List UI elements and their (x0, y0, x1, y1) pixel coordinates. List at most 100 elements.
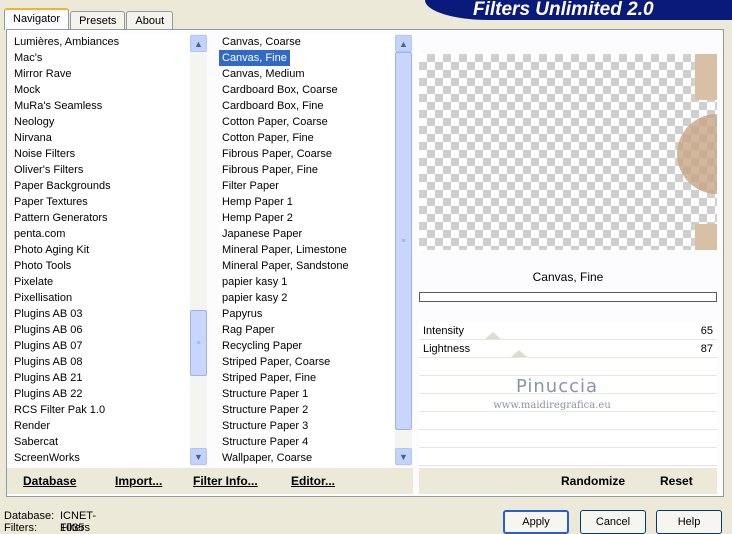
category-item[interactable]: MuRa's Seamless (11, 98, 191, 114)
list-item-label: Pixellisation (14, 292, 73, 304)
filter-item[interactable]: Striped Paper, Coarse (219, 354, 395, 370)
filter-item[interactable]: Striped Paper, Fine (219, 370, 395, 386)
tab-presets[interactable]: Presets (70, 11, 126, 30)
tab-navigator[interactable]: Navigator (4, 8, 70, 30)
filter-item[interactable]: Japanese Paper (219, 226, 395, 242)
category-item[interactable]: ScreenWorks (11, 450, 191, 466)
list-item-label: Mineral Paper, Limestone (222, 244, 347, 256)
import-button[interactable]: Import... (115, 474, 162, 488)
filter-item[interactable]: Canvas, Coarse (219, 34, 395, 50)
database-button[interactable]: Database (23, 474, 76, 488)
list-item-label: Canvas, Fine (219, 50, 290, 66)
list-item-label: Fibrous Paper, Coarse (222, 148, 333, 160)
cancel-button[interactable]: Cancel (580, 510, 646, 534)
list-item-label: Structure Paper 1 (222, 388, 309, 400)
scroll-down-icon[interactable]: ▼ (395, 448, 412, 465)
list-item-label: Plugins AB 21 (14, 372, 83, 384)
filter-item[interactable]: Mineral Paper, Sandstone (219, 258, 395, 274)
category-item[interactable]: RCS Filter Pak 1.0 (11, 402, 191, 418)
param-lightness[interactable]: Lightness 87 (419, 340, 717, 358)
category-item[interactable]: penta.com (11, 226, 191, 242)
category-item[interactable]: Photo Tools (11, 258, 191, 274)
filter-item[interactable]: Cotton Paper, Fine (219, 130, 395, 146)
randomize-button[interactable]: Randomize (561, 474, 625, 488)
filter-item[interactable]: Fibrous Paper, Coarse (219, 146, 395, 162)
list-item-label: Oliver's Filters (14, 164, 84, 176)
filter-item[interactable]: Cotton Paper, Coarse (219, 114, 395, 130)
filter-item[interactable]: Structure Paper 4 (219, 434, 395, 450)
category-list[interactable]: Lumières, Ambiances Mac's Mirror Rave Mock M… (11, 34, 191, 466)
list-item-label: Mac's (14, 52, 43, 64)
list-item-label: papier kasy 1 (222, 276, 288, 288)
filter-item[interactable]: Papyrus (219, 306, 395, 322)
filter-item[interactable]: Canvas, Fine (219, 50, 395, 66)
category-item[interactable]: Plugins AB 21 (11, 370, 191, 386)
filter-item[interactable]: Structure Paper 2 (219, 402, 395, 418)
list-item-label: Canvas, Medium (222, 68, 305, 80)
category-item[interactable]: Paper Backgrounds (11, 178, 191, 194)
scroll-down-icon[interactable]: ▼ (190, 448, 207, 465)
slider-marker-icon[interactable] (485, 332, 501, 339)
filter-item[interactable]: Structure Paper 3 (219, 418, 395, 434)
category-item[interactable]: Oliver's Filters (11, 162, 191, 178)
help-button[interactable]: Help (656, 510, 722, 534)
category-item[interactable]: Pixelate (11, 274, 191, 290)
category-item[interactable]: Mirror Rave (11, 66, 191, 82)
filter-item[interactable]: Hemp Paper 2 (219, 210, 395, 226)
filter-info-button[interactable]: Filter Info... (193, 474, 258, 488)
filter-item[interactable]: Fibrous Paper, Fine (219, 162, 395, 178)
category-item[interactable]: Plugins AB 22 (11, 386, 191, 402)
filter-item[interactable]: Canvas, Medium (219, 66, 395, 82)
category-item[interactable]: Render (11, 418, 191, 434)
category-item[interactable]: Plugins AB 08 (11, 354, 191, 370)
apply-button[interactable]: Apply (503, 510, 569, 534)
slider-marker-icon[interactable] (511, 350, 527, 357)
category-scrollbar[interactable]: ▲ ≡ ▼ (190, 34, 207, 466)
category-item[interactable]: Sabercat (11, 434, 191, 450)
param-intensity[interactable]: Intensity 65 (419, 322, 717, 340)
filter-item[interactable]: Cardboard Box, Fine (219, 98, 395, 114)
navigator-panel: Lumières, Ambiances Mac's Mirror Rave Mock M… (6, 29, 724, 497)
filter-item[interactable]: Hemp Paper 1 (219, 194, 395, 210)
scroll-up-icon[interactable]: ▲ (190, 35, 207, 52)
category-item[interactable]: Plugins AB 06 (11, 322, 191, 338)
list-item-label: Paper Textures (14, 196, 88, 208)
param-empty (419, 358, 717, 376)
status-label: Filters: (4, 522, 37, 534)
filter-item[interactable]: papier kasy 2 (219, 290, 395, 306)
category-item[interactable]: Plugins AB 03 (11, 306, 191, 322)
filter-item[interactable]: Cardboard Box, Coarse (219, 82, 395, 98)
filter-scrollbar[interactable]: ▲ ≡ ▼ (395, 34, 412, 466)
category-item[interactable]: Lumières, Ambiances (11, 34, 191, 50)
category-item[interactable]: Mock (11, 82, 191, 98)
list-item-label: Pixelate (14, 276, 54, 288)
category-item[interactable]: Plugins AB 07 (11, 338, 191, 354)
filter-item[interactable]: Filter Paper (219, 178, 395, 194)
filter-item[interactable]: Structure Paper 1 (219, 386, 395, 402)
category-item[interactable]: Pattern Generators (11, 210, 191, 226)
filter-list[interactable]: Canvas, Coarse Canvas, Fine Canvas, Medium… (219, 34, 395, 466)
editor-button[interactable]: Editor... (291, 474, 335, 488)
filter-item[interactable]: papier kasy 1 (219, 274, 395, 290)
list-item-label: Mineral Paper, Sandstone (222, 260, 349, 272)
filter-item[interactable]: Recycling Paper (219, 338, 395, 354)
list-item-label: papier kasy 2 (222, 292, 288, 304)
reset-button[interactable]: Reset (660, 474, 693, 488)
category-item[interactable]: Mac's (11, 50, 191, 66)
filter-item[interactable]: Rag Paper (219, 322, 395, 338)
scroll-thumb[interactable]: ≡ (190, 310, 207, 376)
category-item[interactable]: Neology (11, 114, 191, 130)
tab-about[interactable]: About (126, 11, 174, 30)
category-item[interactable]: Photo Aging Kit (11, 242, 191, 258)
category-item[interactable]: Paper Textures (11, 194, 191, 210)
filter-item[interactable]: Mineral Paper, Limestone (219, 242, 395, 258)
category-item[interactable]: Nirvana (11, 130, 191, 146)
category-item[interactable]: Noise Filters (11, 146, 191, 162)
list-item-label: Photo Tools (14, 260, 72, 272)
list-item-label: Plugins AB 22 (14, 388, 83, 400)
category-item[interactable]: Pixellisation (11, 290, 191, 306)
scroll-up-icon[interactable]: ▲ (395, 35, 412, 52)
scroll-thumb[interactable]: ≡ (395, 52, 412, 430)
list-item-label: Cardboard Box, Coarse (222, 84, 338, 96)
filter-item[interactable]: Wallpaper, Coarse (219, 450, 395, 466)
